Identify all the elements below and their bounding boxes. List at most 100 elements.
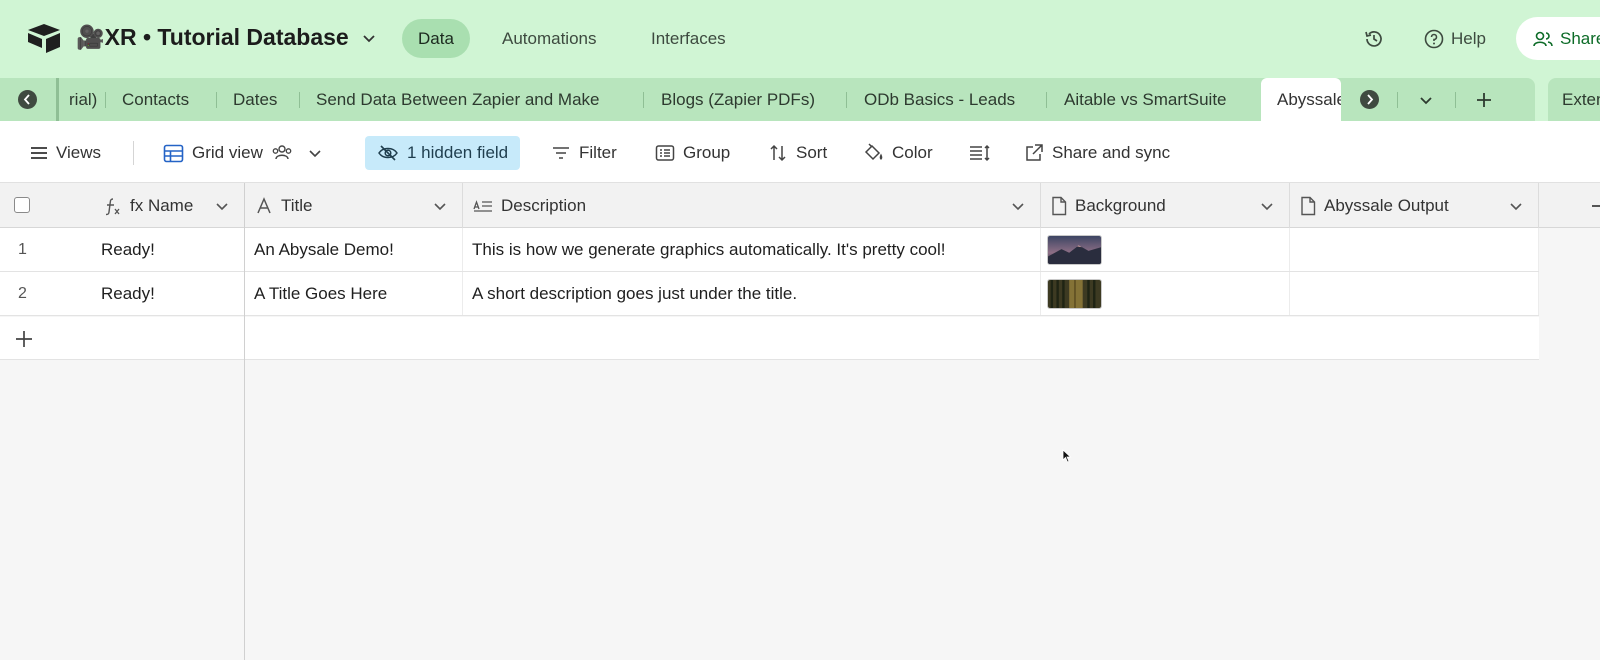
tab-blogs[interactable]: Blogs (Zapier PDFs) <box>661 78 815 121</box>
scroll-tabs-right-button[interactable] <box>1360 90 1379 109</box>
help-label: Help <box>1451 29 1486 48</box>
toolbar-divider <box>133 141 134 165</box>
color-button[interactable]: Color <box>862 136 933 170</box>
tab-send-data[interactable]: Send Data Between Zapier and Make <box>316 78 600 121</box>
chevron-down-icon[interactable] <box>432 198 448 214</box>
mouse-cursor-icon <box>1062 449 1072 463</box>
chevron-down-icon <box>363 34 375 42</box>
external-link-icon <box>1026 144 1043 161</box>
column-header-label: Abyssale Output <box>1324 196 1449 215</box>
add-field-icon[interactable] <box>1592 205 1600 207</box>
nav-interfaces[interactable]: Interfaces <box>635 19 742 58</box>
chevron-down-icon[interactable] <box>1010 198 1026 214</box>
column-header-title[interactable]: Title <box>245 183 463 228</box>
share-button[interactable]: Share <box>1516 17 1600 60</box>
tab-odb-basics[interactable]: ODb Basics - Leads <box>864 78 1015 121</box>
forest-thumbnail[interactable] <box>1047 279 1102 309</box>
cell-background[interactable] <box>1041 272 1290 315</box>
table-row[interactable]: 1 Ready! An Abysale Demo! This is how we… <box>0 228 1539 272</box>
grid-view-icon <box>163 144 184 162</box>
text-field-icon <box>257 196 271 213</box>
group-label: Group <box>683 143 731 162</box>
tab-contacts[interactable]: Contacts <box>122 78 189 121</box>
cell-name[interactable]: Ready! <box>92 272 245 315</box>
base-title-text: 🎥XR • Tutorial Database <box>76 24 349 50</box>
long-text-icon <box>473 199 492 212</box>
grid-view-button[interactable]: Grid view <box>163 136 323 170</box>
cell-abyssale-output[interactable] <box>1290 272 1539 315</box>
share-and-sync-button[interactable]: Share and sync <box>1024 136 1170 170</box>
help-button[interactable]: Help <box>1423 28 1486 50</box>
airtable-logo-icon[interactable] <box>26 22 62 54</box>
plus-icon[interactable] <box>14 329 34 349</box>
chevron-down-icon[interactable] <box>1259 198 1275 214</box>
filter-button[interactable]: Filter <box>551 136 617 170</box>
tab-separator <box>299 92 300 108</box>
tab-aitable[interactable]: Aitable vs SmartSuite <box>1064 78 1227 121</box>
views-label: Views <box>56 143 102 162</box>
chevron-right-icon <box>1367 94 1374 105</box>
column-header-abyssale-output[interactable]: Abyssale Output <box>1290 183 1539 228</box>
grid-view-label: Grid view <box>192 143 263 162</box>
column-header-background[interactable]: Background <box>1041 183 1290 228</box>
tab-separator <box>846 92 847 108</box>
chevron-down-icon <box>309 150 321 158</box>
sort-icon <box>770 144 786 162</box>
frozen-column-divider <box>244 183 245 660</box>
column-header-label: Background <box>1075 196 1166 215</box>
table-row[interactable]: 2 Ready! A Title Goes Here A short descr… <box>0 272 1539 316</box>
cell-title[interactable]: A Title Goes Here <box>245 272 463 315</box>
views-button[interactable]: Views <box>30 136 101 170</box>
chevron-down-icon[interactable] <box>1508 198 1524 214</box>
tab-separator <box>1455 92 1456 108</box>
grid-header: fx Name Title Description Background Aby… <box>0 183 1600 228</box>
tab-tutorial[interactable]: rial) <box>69 78 97 121</box>
column-header-label: Title <box>281 196 313 215</box>
collaborative-view-icon <box>272 145 292 160</box>
cell-name[interactable]: Ready! <box>92 228 245 271</box>
help-icon <box>1424 29 1444 49</box>
scroll-tabs-left-button[interactable] <box>18 90 37 109</box>
tab-separator <box>216 92 217 108</box>
tab-separator <box>643 92 644 108</box>
base-title[interactable]: 🎥XR • Tutorial Database <box>76 24 377 51</box>
row-height-button[interactable] <box>969 136 991 170</box>
filter-label: Filter <box>579 143 617 162</box>
tab-abyssale[interactable]: Abyssale <box>1261 78 1341 121</box>
formula-icon <box>105 197 120 215</box>
group-button[interactable]: Group <box>655 136 730 170</box>
menu-icon <box>31 147 47 159</box>
hide-fields-button[interactable]: 1 hidden field <box>365 136 521 170</box>
cell-abyssale-output[interactable] <box>1290 228 1539 271</box>
mountain-sunset-thumbnail[interactable] <box>1047 235 1102 265</box>
table-tab-bar: rial) Contacts Dates Send Data Between Z… <box>0 78 1600 121</box>
cell-description[interactable]: A short description goes just under the … <box>463 272 1041 315</box>
select-all-checkbox[interactable] <box>14 197 30 213</box>
share-label: Share <box>1560 28 1600 48</box>
cell-background[interactable] <box>1041 228 1290 271</box>
nav-data[interactable]: Data <box>402 19 470 58</box>
column-header-name[interactable]: fx Name <box>92 183 245 228</box>
attachment-file-icon <box>1052 196 1067 215</box>
row-number: 1 <box>18 241 27 258</box>
history-icon[interactable] <box>1363 28 1385 50</box>
group-icon <box>655 145 675 161</box>
sort-button[interactable]: Sort <box>768 136 827 170</box>
row-height-icon <box>970 144 990 162</box>
nav-automations[interactable]: Automations <box>486 19 613 58</box>
tab-dates[interactable]: Dates <box>233 78 277 121</box>
attachment-file-icon <box>1301 196 1316 215</box>
hidden-field-label: 1 hidden field <box>407 143 509 162</box>
add-record-row[interactable] <box>0 317 1539 360</box>
cell-description[interactable]: This is how we generate graphics automat… <box>463 228 1041 271</box>
color-label: Color <box>892 143 933 162</box>
chevron-down-icon[interactable] <box>214 198 230 214</box>
cell-title[interactable]: An Abysale Demo! <box>245 228 463 271</box>
share-and-sync-label: Share and sync <box>1052 143 1171 162</box>
app-header: 🎥XR • Tutorial Database Data Automations… <box>0 0 1600 78</box>
add-table-icon[interactable] <box>1474 90 1494 110</box>
extensions-tab[interactable]: Extensions <box>1548 78 1600 121</box>
all-tables-chevron-icon[interactable] <box>1418 92 1434 108</box>
column-header-description[interactable]: Description <box>463 183 1041 228</box>
users-icon <box>1533 31 1553 46</box>
